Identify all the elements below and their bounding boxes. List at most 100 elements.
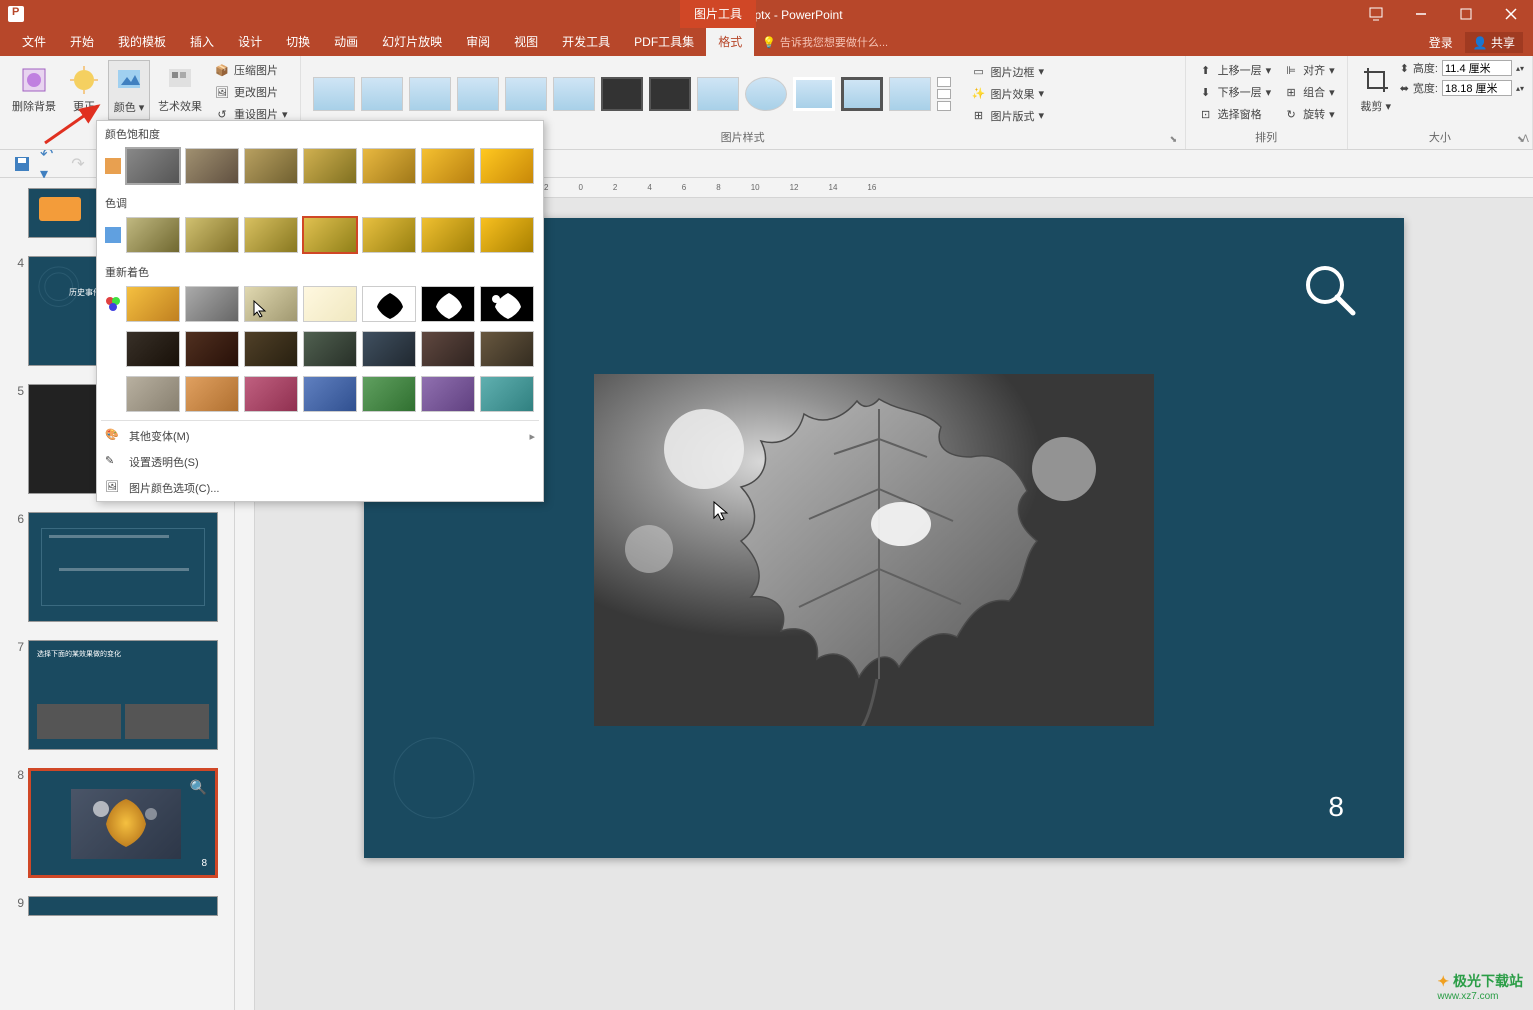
- tone-swatch-5[interactable]: [362, 217, 416, 253]
- saturation-swatch-1[interactable]: [126, 148, 180, 184]
- recolor-swatch-10[interactable]: [244, 331, 298, 367]
- color-button[interactable]: 颜色 ▾: [108, 60, 150, 120]
- collapse-ribbon-button[interactable]: ᐱ: [1522, 134, 1529, 145]
- tone-swatch-1[interactable]: [126, 217, 180, 253]
- tab-animations[interactable]: 动画: [322, 28, 370, 56]
- saturation-swatch-2[interactable]: [185, 148, 239, 184]
- saturation-swatch-7[interactable]: [480, 148, 534, 184]
- context-tab-picture-tools[interactable]: 图片工具: [680, 0, 756, 28]
- saturation-swatch-5[interactable]: [362, 148, 416, 184]
- compress-picture-button[interactable]: 📦压缩图片: [210, 60, 292, 80]
- style-preset-5[interactable]: [505, 77, 547, 111]
- style-preset-8[interactable]: [649, 77, 691, 111]
- picture-effects-button[interactable]: ✨图片效果 ▾: [967, 84, 1049, 104]
- artistic-effects-button[interactable]: 艺术效果: [154, 60, 206, 118]
- style-preset-1[interactable]: [313, 77, 355, 111]
- tab-slideshow[interactable]: 幻灯片放映: [370, 28, 454, 56]
- picture-layout-button[interactable]: ⊞图片版式 ▾: [967, 106, 1049, 126]
- recolor-swatch-19[interactable]: [362, 376, 416, 412]
- maximize-button[interactable]: [1443, 0, 1488, 28]
- tab-templates[interactable]: 我的模板: [106, 28, 178, 56]
- recolor-swatch-11[interactable]: [303, 331, 357, 367]
- recolor-swatch-15[interactable]: [126, 376, 180, 412]
- recolor-swatch-8[interactable]: [126, 331, 180, 367]
- recolor-swatch-17[interactable]: [244, 376, 298, 412]
- style-preset-10[interactable]: [745, 77, 787, 111]
- recolor-swatch-16[interactable]: [185, 376, 239, 412]
- minimize-button[interactable]: [1398, 0, 1443, 28]
- selected-picture[interactable]: [594, 374, 1154, 726]
- corrections-button[interactable]: 更正: [64, 60, 104, 118]
- style-preset-2[interactable]: [361, 77, 403, 111]
- picture-border-button[interactable]: ▭图片边框 ▾: [967, 62, 1049, 82]
- share-button[interactable]: 👤 共享: [1465, 32, 1523, 53]
- remove-background-button[interactable]: 删除背景: [8, 60, 60, 118]
- style-preset-11[interactable]: [793, 77, 835, 111]
- slide-thumb-9[interactable]: 9: [0, 892, 234, 930]
- style-preset-9[interactable]: [697, 77, 739, 111]
- tab-review[interactable]: 审阅: [454, 28, 502, 56]
- recolor-swatch-1[interactable]: [126, 286, 180, 322]
- recolor-swatch-9[interactable]: [185, 331, 239, 367]
- saturation-swatch-4[interactable]: [303, 148, 357, 184]
- recolor-swatch-18[interactable]: [303, 376, 357, 412]
- recolor-swatch-6[interactable]: [421, 286, 475, 322]
- style-preset-7[interactable]: [601, 77, 643, 111]
- ribbon-options-icon[interactable]: [1353, 0, 1398, 28]
- tone-swatch-4[interactable]: [303, 217, 357, 253]
- styles-dialog-launcher[interactable]: ⬊: [1170, 134, 1182, 146]
- style-preset-3[interactable]: [409, 77, 451, 111]
- saturation-swatch-3[interactable]: [244, 148, 298, 184]
- spinner-icon[interactable]: ▴▾: [1516, 64, 1524, 73]
- more-variations-item[interactable]: 🎨 其他变体(M) ▸: [97, 423, 543, 449]
- save-button[interactable]: [12, 154, 32, 174]
- tab-pdf[interactable]: PDF工具集: [622, 28, 706, 56]
- picture-styles-gallery[interactable]: [309, 73, 955, 115]
- rotate-button[interactable]: ↻旋转 ▾: [1279, 104, 1339, 124]
- redo-button[interactable]: ↷: [68, 154, 88, 174]
- group-button[interactable]: ⊞组合 ▾: [1279, 82, 1339, 102]
- height-input[interactable]: [1442, 60, 1512, 76]
- slide-thumb-8[interactable]: 8 🔍 8: [0, 764, 234, 892]
- recolor-swatch-4[interactable]: [303, 286, 357, 322]
- recolor-swatch-20[interactable]: [421, 376, 475, 412]
- slide-thumb-6[interactable]: 6: [0, 508, 234, 636]
- bring-forward-button[interactable]: ⬆上移一层 ▾: [1194, 60, 1276, 80]
- width-input[interactable]: [1442, 80, 1512, 96]
- login-button[interactable]: 登录: [1421, 34, 1461, 51]
- gallery-more-button[interactable]: [937, 77, 951, 111]
- tab-insert[interactable]: 插入: [178, 28, 226, 56]
- recolor-swatch-14[interactable]: [480, 331, 534, 367]
- style-preset-6[interactable]: [553, 77, 595, 111]
- tab-view[interactable]: 视图: [502, 28, 550, 56]
- recolor-swatch-12[interactable]: [362, 331, 416, 367]
- tone-swatch-3[interactable]: [244, 217, 298, 253]
- spinner-icon[interactable]: ▴▾: [1516, 84, 1524, 93]
- recolor-swatch-7[interactable]: [480, 286, 534, 322]
- set-transparent-item[interactable]: ✎ 设置透明色(S): [97, 449, 543, 475]
- tab-home[interactable]: 开始: [58, 28, 106, 56]
- tab-file[interactable]: 文件: [10, 28, 58, 56]
- recolor-swatch-13[interactable]: [421, 331, 475, 367]
- tab-developer[interactable]: 开发工具: [550, 28, 622, 56]
- tab-design[interactable]: 设计: [226, 28, 274, 56]
- style-preset-13[interactable]: [889, 77, 931, 111]
- style-preset-4[interactable]: [457, 77, 499, 111]
- recolor-swatch-5[interactable]: [362, 286, 416, 322]
- recolor-swatch-2[interactable]: [185, 286, 239, 322]
- tab-transitions[interactable]: 切换: [274, 28, 322, 56]
- tone-swatch-7[interactable]: [480, 217, 534, 253]
- color-options-item[interactable]: 🖼 图片颜色选项(C)...: [97, 475, 543, 501]
- tone-swatch-2[interactable]: [185, 217, 239, 253]
- crop-button[interactable]: 裁剪 ▾: [1356, 60, 1396, 118]
- tone-swatch-6[interactable]: [421, 217, 475, 253]
- tab-format[interactable]: 格式: [706, 28, 754, 56]
- change-picture-button[interactable]: 🖼更改图片: [210, 82, 292, 102]
- recolor-swatch-21[interactable]: [480, 376, 534, 412]
- style-preset-12[interactable]: [841, 77, 883, 111]
- align-button[interactable]: ⊫对齐 ▾: [1279, 60, 1339, 80]
- slide-thumb-7[interactable]: 7 选择下面的某效果做的变化: [0, 636, 234, 764]
- tell-me-search[interactable]: 💡 告诉我您想要做什么...: [762, 34, 888, 50]
- selection-pane-button[interactable]: ⊡选择窗格: [1194, 104, 1276, 124]
- close-button[interactable]: [1488, 0, 1533, 28]
